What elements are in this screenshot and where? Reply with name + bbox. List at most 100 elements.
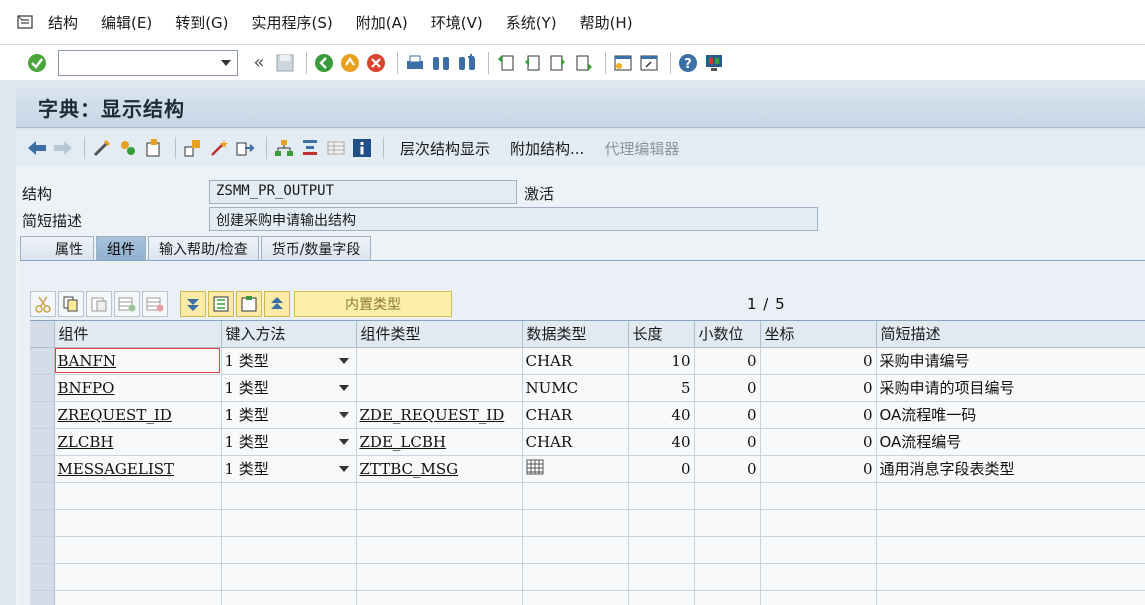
row-selector[interactable] (30, 401, 55, 429)
component-link[interactable]: ZLCBH (58, 433, 114, 451)
chevron-down-icon[interactable] (338, 384, 349, 391)
collapse-up-icon[interactable] (264, 291, 290, 317)
menu-environment[interactable]: 环境(V) (431, 12, 483, 33)
back-icon[interactable] (313, 52, 335, 74)
prev-page-icon[interactable] (521, 52, 543, 74)
last-page-icon[interactable] (573, 52, 595, 74)
component-type-cell[interactable] (356, 374, 523, 402)
info-icon[interactable] (351, 137, 373, 159)
hierarchy-icon[interactable] (273, 137, 295, 159)
table-row[interactable]: ZLCBH 1 类型 ZDE_LCBH CHAR 40 0 0 OA流程编号 (30, 428, 1145, 456)
row-selector[interactable] (30, 428, 55, 456)
table-row[interactable]: BANFN 1 类型 CHAR 10 0 0 采购申请编号 (30, 347, 1145, 375)
where-used-icon[interactable] (143, 137, 165, 159)
typing-cell[interactable]: 1 类型 (221, 401, 357, 429)
row-selector[interactable] (30, 347, 55, 375)
builtin-type-button[interactable]: 内置类型 (294, 291, 452, 317)
typing-cell[interactable]: 1 类型 (221, 374, 357, 402)
command-field[interactable] (58, 49, 238, 76)
activate-icon[interactable] (117, 137, 139, 159)
menu-icon[interactable] (14, 11, 36, 33)
menu-utilities[interactable]: 实用程序(S) (252, 12, 333, 33)
cancel-icon[interactable] (365, 52, 387, 74)
chevron-down-icon[interactable] (221, 59, 231, 66)
typing-cell[interactable]: 1 类型 (221, 428, 357, 456)
empty-row[interactable] (30, 563, 1145, 591)
column-header[interactable]: 简短描述 (876, 321, 1145, 348)
menu-goto[interactable]: 转到(G) (175, 12, 228, 33)
component-type-link[interactable]: ZDE_LCBH (360, 433, 446, 451)
component-type-cell[interactable]: ZTTBC_MSG (356, 455, 523, 483)
component-type-link[interactable]: ZDE_REQUEST_ID (360, 406, 505, 424)
entry-icon[interactable] (236, 291, 262, 317)
empty-row[interactable] (30, 590, 1145, 605)
shortcut-icon[interactable] (638, 52, 660, 74)
find-icon[interactable] (430, 52, 452, 74)
customize-icon[interactable] (703, 52, 725, 74)
component-cell[interactable]: ZLCBH (54, 428, 222, 456)
enter-icon[interactable] (26, 52, 48, 74)
menu-edit[interactable]: 编辑(E) (101, 12, 152, 33)
component-link[interactable]: BANFN (58, 352, 117, 370)
row-selector[interactable] (30, 455, 55, 483)
arrow-left-icon[interactable] (26, 137, 48, 159)
print-icon[interactable] (404, 52, 426, 74)
first-page-icon[interactable] (495, 52, 517, 74)
navigation-icon[interactable] (234, 137, 256, 159)
column-header[interactable]: 坐标 (760, 321, 877, 348)
component-cell[interactable]: BANFN (54, 347, 222, 375)
component-cell[interactable]: ZREQUEST_ID (54, 401, 222, 429)
tab-attributes[interactable]: 属性 (20, 236, 94, 261)
component-type-link[interactable]: ZTTBC_MSG (360, 460, 459, 478)
column-header[interactable]: 键入方法 (221, 321, 357, 348)
empty-row[interactable] (30, 482, 1145, 510)
hierarchy-display-button[interactable]: 层次结构显示 (400, 138, 490, 159)
menu-structure[interactable]: 结构 (48, 12, 78, 33)
arrow-right-icon[interactable] (52, 137, 74, 159)
chevron-down-icon[interactable] (338, 357, 349, 364)
tab-input-help[interactable]: 输入帮助/检查 (148, 236, 259, 261)
expand-icon[interactable] (180, 291, 206, 317)
insert-row-icon[interactable] (114, 291, 140, 317)
component-link[interactable]: BNFPO (58, 379, 115, 397)
table-icon[interactable] (325, 137, 347, 159)
new-session-icon[interactable] (612, 52, 634, 74)
typing-cell[interactable]: 1 类型 (221, 347, 357, 375)
empty-row[interactable] (30, 509, 1145, 537)
next-page-icon[interactable] (547, 52, 569, 74)
magic-wand-icon[interactable] (208, 137, 230, 159)
column-header[interactable]: 长度 (628, 321, 695, 348)
row-selector[interactable] (30, 374, 55, 402)
chevron-down-icon[interactable] (338, 465, 349, 472)
structure-field[interactable]: ZSMM_PR_OUTPUT (209, 180, 517, 204)
exit-icon[interactable] (339, 52, 361, 74)
column-header[interactable]: 数据类型 (522, 321, 629, 348)
structure-icon[interactable] (299, 137, 321, 159)
cut-icon[interactable] (30, 291, 56, 317)
component-type-cell[interactable] (356, 347, 523, 375)
column-header[interactable]: 组件类型 (356, 321, 523, 348)
menu-extras[interactable]: 附加(A) (356, 12, 408, 33)
save-icon[interactable] (274, 52, 296, 74)
proxy-editor-button[interactable]: 代理编辑器 (604, 138, 679, 159)
empty-row[interactable] (30, 536, 1145, 564)
collapse-icon[interactable]: « (248, 52, 270, 74)
menu-system[interactable]: 系统(Y) (506, 12, 557, 33)
component-cell[interactable]: MESSAGELIST (54, 455, 222, 483)
short-desc-field[interactable]: 创建采购申请输出结构 (209, 207, 818, 231)
column-header[interactable]: 小数位 (694, 321, 761, 348)
find-next-icon[interactable] (456, 52, 478, 74)
chevron-down-icon[interactable] (338, 438, 349, 445)
table-row[interactable]: MESSAGELIST 1 类型 ZTTBC_MSG 0 0 0 通用消息字段表… (30, 455, 1145, 483)
include-icon[interactable] (208, 291, 234, 317)
display-change-icon[interactable] (91, 137, 113, 159)
component-cell[interactable]: BNFPO (54, 374, 222, 402)
menu-help[interactable]: 帮助(H) (580, 12, 633, 33)
table-row[interactable]: ZREQUEST_ID 1 类型 ZDE_REQUEST_ID CHAR 40 … (30, 401, 1145, 429)
tab-components[interactable]: 组件 (96, 236, 146, 261)
append-structure-button[interactable]: 附加结构... (510, 138, 584, 159)
help-icon[interactable]: ? (677, 52, 699, 74)
component-link[interactable]: ZREQUEST_ID (58, 406, 172, 424)
column-header[interactable]: 组件 (54, 321, 222, 348)
row-selector-header[interactable] (30, 321, 55, 348)
